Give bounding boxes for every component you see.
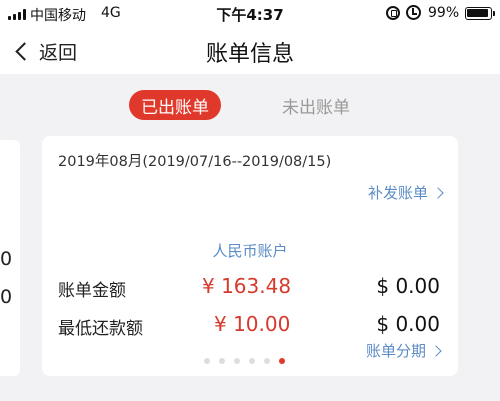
page-indicator: [204, 358, 285, 364]
page-dot: [249, 358, 255, 364]
page-dot: [219, 358, 225, 364]
bill-amount-cny: ¥ 163.48: [202, 274, 292, 298]
previous-card-value: 0: [0, 286, 13, 308]
status-time: 下午4:37: [216, 6, 284, 24]
chevron-right-icon: [430, 344, 442, 357]
account-type-label: 人民币账户: [212, 242, 288, 260]
bill-installment-label: 账单分期: [365, 342, 426, 360]
reissue-bill-label: 补发账单: [367, 184, 428, 202]
orientation-lock-icon: [386, 6, 400, 20]
bill-amount-usd: $ 0.00: [376, 274, 440, 298]
bill-card[interactable]: 2019年08月(2019/07/16--2019/08/15) 补发账单 人民…: [42, 136, 458, 376]
reissue-bill-link[interactable]: 补发账单: [367, 182, 444, 203]
battery-icon: [465, 7, 495, 20]
battery-percentage: 99%: [428, 5, 460, 21]
previous-card-value: 0: [0, 248, 13, 270]
bill-tabs: 已出账单 未出账单: [0, 90, 500, 122]
bill-installment-link[interactable]: 账单分期: [365, 340, 442, 361]
chevron-right-icon: [432, 186, 444, 199]
status-bar: 中国移动 4G 下午4:37 99%: [0, 0, 500, 28]
minimum-payment-label: 最低还款额: [58, 319, 143, 339]
bottom-background: [0, 376, 500, 401]
page-title: 账单信息: [205, 42, 294, 67]
previous-bill-card[interactable]: 0 0: [0, 140, 20, 376]
page-dot: [204, 358, 210, 364]
tab-unissued-bills[interactable]: 未出账单: [270, 90, 362, 120]
page-dot: [279, 358, 285, 364]
bill-period: 2019年08月(2019/07/16--2019/08/15): [58, 154, 332, 170]
alarm-icon: [406, 5, 421, 20]
minimum-payment-usd: $ 0.00: [376, 312, 440, 336]
minimum-payment-cny: ¥ 10.00: [214, 312, 291, 336]
page-dot: [234, 358, 240, 364]
bill-amount-label: 账单金额: [58, 281, 126, 301]
tab-issued-bills[interactable]: 已出账单: [129, 90, 221, 120]
page-dot: [264, 358, 270, 364]
navigation-bar: 返回 账单信息: [0, 28, 500, 74]
